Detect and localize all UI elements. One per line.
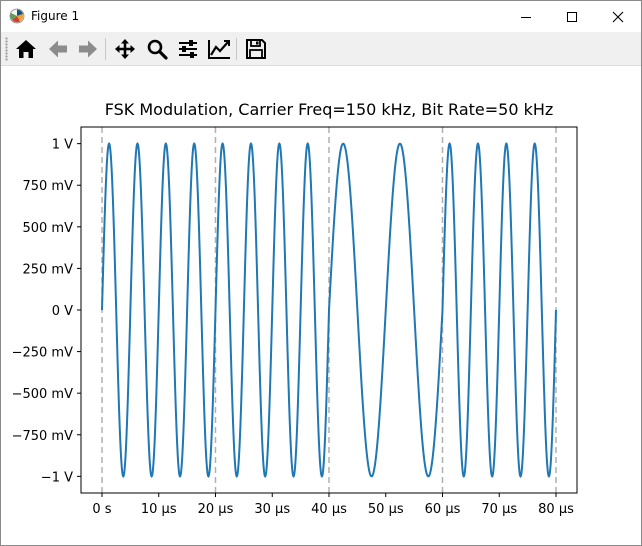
chart-title: FSK Modulation, Carrier Freq=150 kHz, Bi… — [105, 100, 554, 119]
matplotlib-icon — [9, 8, 25, 24]
x-tick-label: 40 µs — [311, 502, 347, 517]
x-tick-label: 30 µs — [254, 502, 290, 517]
maximize-icon — [567, 11, 577, 22]
forward-arrow-icon — [79, 40, 97, 58]
configure-subplots-icon — [179, 40, 197, 58]
navigation-toolbar — [1, 32, 641, 66]
y-tick-label: 1 V — [52, 138, 73, 153]
y-tick-label: −1 V — [41, 470, 73, 485]
save-icon — [246, 39, 266, 59]
y-axis: 1 V 750 mV 500 mV 250 mV 0 V −250 mV −500 mV −7… — [12, 138, 81, 485]
y-tick-label: −250 mV — [12, 346, 74, 361]
close-button[interactable] — [595, 1, 641, 32]
minimize-button[interactable] — [503, 1, 549, 32]
plot-canvas[interactable]: FSK Modulation, Carrier Freq=150 kHz, Bi… — [1, 66, 641, 545]
zoom-button[interactable] — [144, 36, 170, 62]
x-axis: 0 s 10 µs 20 µs 30 µs 40 µs 50 µs 60 µs 70 µs 80… — [92, 493, 574, 517]
toolbar-separator — [105, 38, 106, 60]
minimize-icon — [521, 16, 531, 18]
x-tick-label: 70 µs — [481, 502, 517, 517]
configure-subplots-button[interactable] — [175, 36, 201, 62]
close-icon — [612, 11, 624, 22]
save-button[interactable] — [243, 36, 269, 62]
toolbar-separator — [236, 38, 237, 60]
x-tick-label: 80 µs — [538, 502, 574, 517]
y-tick-label: 0 V — [52, 304, 73, 319]
edit-axis-button[interactable] — [206, 36, 232, 62]
edit-axis-icon — [208, 40, 230, 59]
pan-icon — [115, 39, 135, 59]
y-tick-label: 500 mV — [22, 221, 73, 236]
signal-line — [101, 142, 557, 478]
x-tick-label: 50 µs — [368, 502, 404, 517]
home-button[interactable] — [13, 36, 39, 62]
home-icon — [16, 40, 36, 58]
y-tick-label: −500 mV — [12, 387, 74, 402]
pan-button[interactable] — [112, 36, 138, 62]
x-tick-label: 0 s — [92, 502, 111, 517]
figure-window: Figure 1 FSK Modulation, Carrier Freq=15… — [0, 0, 642, 546]
toolbar-grip[interactable] — [5, 37, 8, 61]
window-title: Figure 1 — [31, 9, 80, 23]
maximize-button[interactable] — [549, 1, 595, 32]
back-arrow-icon — [49, 40, 67, 58]
forward-button[interactable] — [75, 36, 101, 62]
y-tick-label: 250 mV — [22, 262, 73, 277]
y-tick-label: 750 mV — [22, 179, 73, 194]
x-tick-label: 20 µs — [198, 502, 234, 517]
back-button[interactable] — [45, 36, 71, 62]
x-tick-label: 10 µs — [141, 502, 177, 517]
zoom-icon — [147, 39, 168, 60]
x-tick-label: 60 µs — [425, 502, 461, 517]
y-tick-label: −750 mV — [12, 429, 74, 444]
fsk-signal-series — [101, 142, 557, 478]
title-bar[interactable]: Figure 1 — [1, 1, 641, 32]
